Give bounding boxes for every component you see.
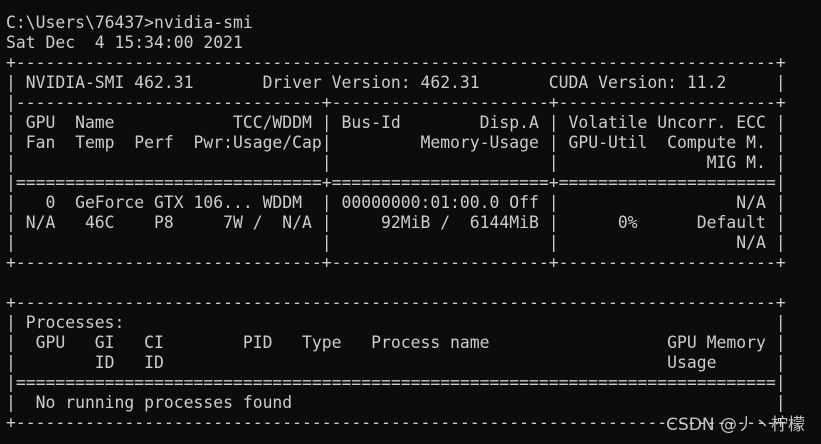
terminal-line: | No running processes found | bbox=[6, 393, 786, 412]
terminal-line: |===============================+=======… bbox=[6, 173, 786, 192]
csdn-watermark: CSDN @丿丶柠檬 bbox=[666, 415, 805, 435]
terminal-line: | 0 GeForce GTX 106... WDDM | 00000000:0… bbox=[6, 193, 786, 212]
terminal-window[interactable]: C:\Users\76437>nvidia-smi Sat Dec 4 15:3… bbox=[0, 0, 821, 444]
terminal-line: Sat Dec 4 15:34:00 2021 bbox=[6, 33, 243, 52]
terminal-line: |=======================================… bbox=[6, 373, 786, 392]
terminal-line: | Processes: | bbox=[6, 313, 786, 332]
terminal-line: +-------------------------------+-------… bbox=[6, 253, 786, 272]
terminal-line: | NVIDIA-SMI 462.31 Driver Version: 462.… bbox=[6, 73, 786, 92]
terminal-line: +---------------------------------------… bbox=[6, 53, 786, 72]
terminal-line: |-------------------------------+-------… bbox=[6, 93, 786, 112]
terminal-line: | N/A 46C P8 7W / N/A | 92MiB / 6144MiB … bbox=[6, 213, 786, 232]
terminal-line: | GPU Name TCC/WDDM | Bus-Id Disp.A | Vo… bbox=[6, 113, 786, 132]
terminal-line: C:\Users\76437>nvidia-smi bbox=[6, 13, 253, 32]
terminal-line: | | | MIG M. | bbox=[6, 153, 786, 172]
terminal-line: | | | N/A | bbox=[6, 233, 786, 252]
terminal-line: | ID ID Usage | bbox=[6, 353, 786, 372]
terminal-line: | GPU GI CI PID Type Process name GPU Me… bbox=[6, 333, 786, 352]
terminal-line: | Fan Temp Perf Pwr:Usage/Cap| Memory-Us… bbox=[6, 133, 786, 152]
terminal-line: +---------------------------------------… bbox=[6, 293, 786, 312]
terminal-output: C:\Users\76437>nvidia-smi Sat Dec 4 15:3… bbox=[6, 13, 786, 433]
